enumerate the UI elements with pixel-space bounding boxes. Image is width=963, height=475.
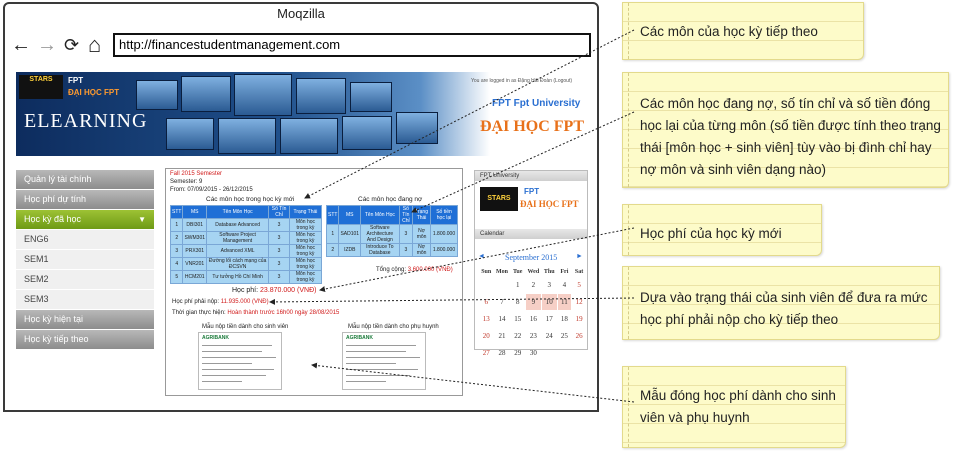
connector-new-tuition bbox=[319, 227, 635, 292]
connector-lines bbox=[269, 29, 635, 403]
connector-debt-subjects bbox=[411, 111, 635, 213]
connector-next-subjects bbox=[304, 29, 635, 199]
connector-must-pay bbox=[269, 297, 635, 305]
connector-payment-forms bbox=[311, 362, 635, 403]
